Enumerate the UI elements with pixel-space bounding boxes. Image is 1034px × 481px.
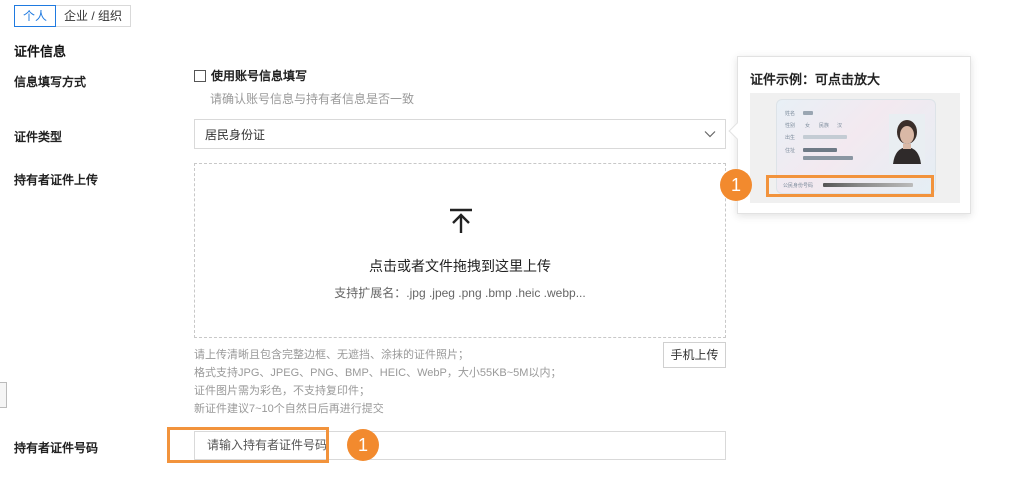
tab-personal[interactable]: 个人 <box>14 5 57 27</box>
callout-badge: 1 <box>720 169 752 201</box>
use-account-info-label[interactable]: 使用账号信息填写 <box>211 67 307 84</box>
id-type-label: 证件类型 <box>14 130 63 144</box>
card-value-gender: 女 <box>805 123 811 129</box>
fill-method-hint: 请确认账号信息与持有者信息是否一致 <box>210 92 415 106</box>
tab-enterprise[interactable]: 企业 / 组织 <box>56 5 132 27</box>
id-type-select[interactable]: 居民身份证 <box>194 119 726 149</box>
chevron-down-icon <box>704 131 716 138</box>
id-upload-dropzone[interactable]: 点击或者文件拖拽到这里上传 支持扩展名：.jpg .jpeg .png .bmp… <box>194 163 726 338</box>
upload-notes: 请上传清晰且包含完整边框、无遮挡、涂抹的证件照片； 格式支持JPG、JPEG、P… <box>194 346 561 418</box>
id-number-strip: 公民身份号码 <box>783 180 929 190</box>
section-title: 证件信息 <box>14 44 67 59</box>
entity-type-tabs: 个人 企业 / 组织 <box>14 5 132 27</box>
card-value-bar <box>803 148 837 152</box>
popover-arrow <box>728 122 746 140</box>
card-label-ethnicity: 民族 <box>819 123 830 129</box>
callout-badge: 1 <box>347 429 379 461</box>
upload-note: 格式支持JPG、JPEG、PNG、BMP、HEIC、WebP，大小55KB~5M… <box>194 367 562 379</box>
card-value-bar <box>803 156 853 160</box>
card-label-address: 住址 <box>785 148 796 154</box>
card-label-idnumber: 公民身份号码 <box>783 183 814 189</box>
upload-title: 点击或者文件拖拽到这里上传 <box>369 258 551 274</box>
card-label-gender: 性别 <box>785 123 796 129</box>
id-card-sample-image[interactable]: 姓名 性别 女 民族 汉 出生 住址 公民身份号码 <box>750 93 960 203</box>
upload-note: 请上传清晰且包含完整边框、无遮挡、涂抹的证件照片； <box>194 349 469 361</box>
card-label-name: 姓名 <box>785 111 796 117</box>
side-drag-handle[interactable] <box>0 382 7 408</box>
mobile-upload-button[interactable]: 手机上传 <box>663 342 726 368</box>
id-number-field[interactable] <box>194 431 726 460</box>
id-card-illustration: 姓名 性别 女 民族 汉 出生 住址 公民身份号码 <box>776 99 936 194</box>
id-example-popover: 证件示例：可点击放大 姓名 性别 女 民族 汉 出生 住址 公民身份号码 <box>728 56 971 214</box>
popover-title: 证件示例：可点击放大 <box>750 72 881 87</box>
portrait-photo <box>889 114 925 164</box>
id-number-label: 持有者证件号码 <box>14 441 99 455</box>
upload-extensions: 支持扩展名：.jpg .jpeg .png .bmp .heic .webp..… <box>334 286 586 300</box>
use-account-info-row[interactable]: 使用账号信息填写 <box>194 67 307 84</box>
card-value-bar <box>803 135 847 139</box>
fill-method-label: 信息填写方式 <box>14 75 87 89</box>
upload-icon <box>450 208 472 233</box>
card-value-ethnicity: 汉 <box>837 123 843 129</box>
card-value-bar <box>803 111 813 115</box>
upload-note: 证件图片需为彩色，不支持复印件； <box>194 385 370 397</box>
card-label-birth: 出生 <box>785 135 796 141</box>
use-account-info-checkbox[interactable] <box>194 69 206 82</box>
card-idnumber-bar <box>823 183 913 187</box>
upload-label: 持有者证件上传 <box>14 173 99 187</box>
upload-note: 新证件建议7~10个自然日后再进行提交 <box>194 403 384 415</box>
id-type-value: 居民身份证 <box>205 127 266 142</box>
